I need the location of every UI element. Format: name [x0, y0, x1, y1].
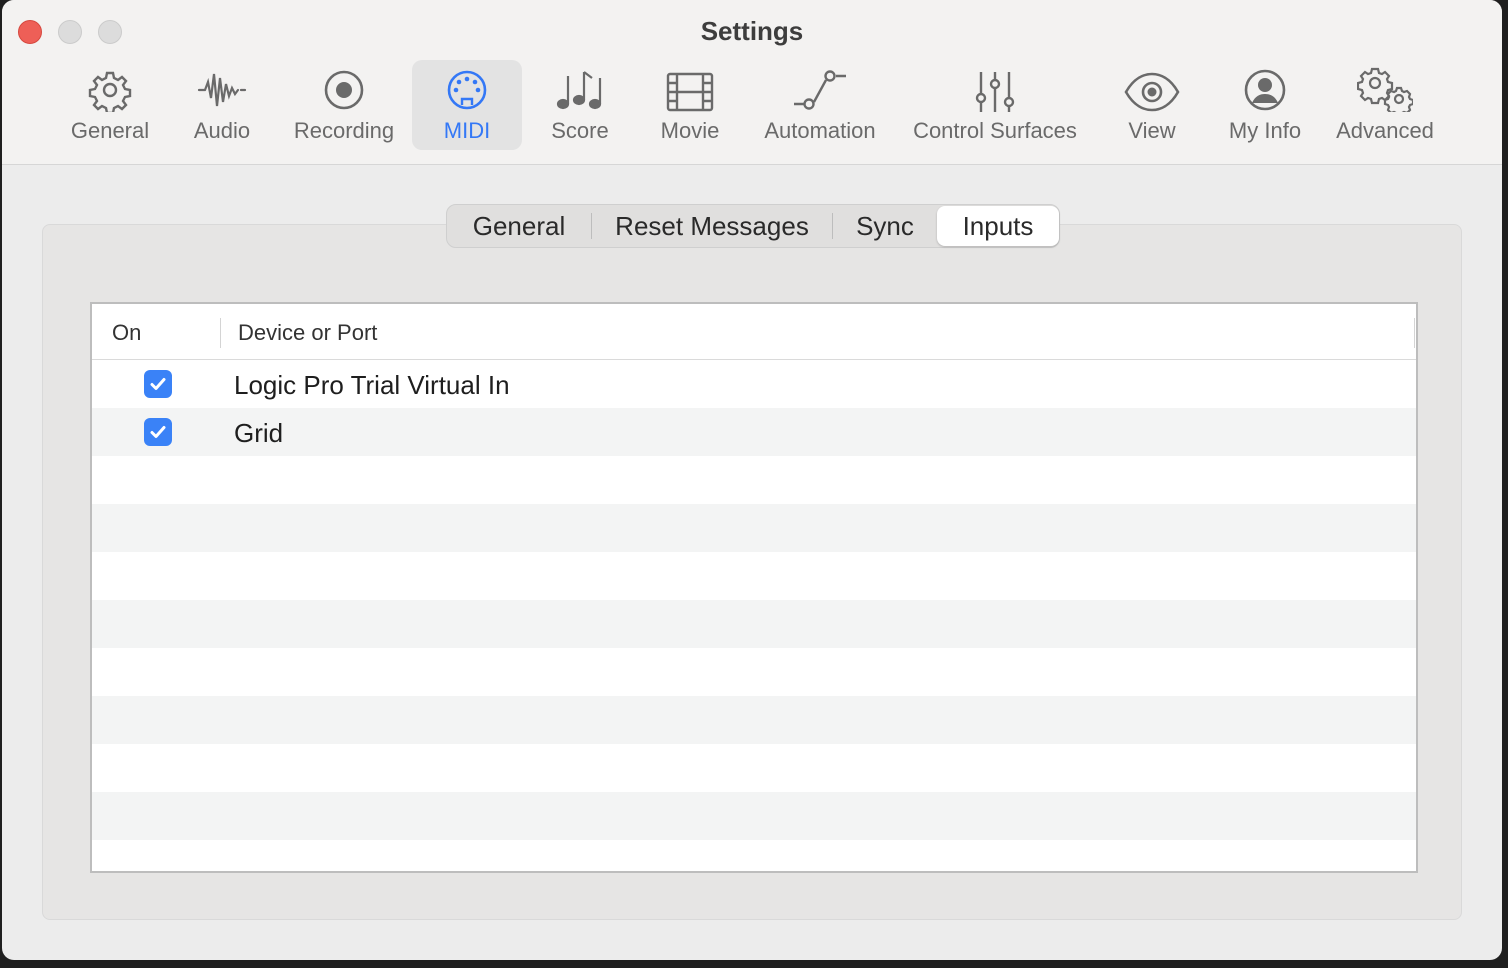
toolbar-movie-button[interactable]: Movie	[652, 60, 728, 150]
toolbar-label: Audio	[193, 118, 251, 143]
automation-curve-icon	[792, 60, 848, 118]
settings-window: Settings General Audio Recording MIDI Sc…	[2, 0, 1502, 960]
toolbar-label: Recording	[293, 118, 395, 143]
toolbar-label: Movie	[660, 118, 720, 143]
toolbar-label: MIDI	[443, 118, 491, 143]
toolbar-my-info-button[interactable]: My Info	[1218, 60, 1312, 150]
toolbar-automation-button[interactable]: Automation	[754, 60, 886, 150]
toolbar-view-button[interactable]: View	[1120, 60, 1184, 150]
empty-row	[92, 840, 1416, 871]
toolbar-recording-button[interactable]: Recording	[286, 60, 402, 150]
input-enabled-checkbox[interactable]	[144, 370, 172, 398]
input-enabled-checkbox[interactable]	[144, 418, 172, 446]
toolbar-advanced-button[interactable]: Advanced	[1328, 60, 1442, 150]
table-header: On Device or Port	[92, 304, 1416, 360]
midi-connector-icon	[445, 60, 489, 118]
column-header-on[interactable]: On	[112, 320, 141, 346]
tab-sync[interactable]: Sync	[833, 206, 937, 246]
toolbar-label: General	[70, 118, 150, 143]
checkmark-icon	[150, 426, 166, 438]
tab-reset-messages[interactable]: Reset Messages	[592, 206, 832, 246]
toolbar-general-button[interactable]: General	[60, 60, 160, 150]
empty-row	[92, 552, 1416, 600]
midi-subtab-control: General Reset Messages Sync Inputs	[446, 204, 1060, 248]
midi-inputs-table: On Device or Port Logic Pro Trial Virtua…	[90, 302, 1418, 873]
table-row[interactable]: Logic Pro Trial Virtual In	[92, 360, 1416, 408]
empty-row	[92, 744, 1416, 792]
empty-row	[92, 504, 1416, 552]
toolbar-label: Score	[551, 118, 609, 143]
window-title: Settings	[700, 16, 804, 46]
empty-row	[92, 456, 1416, 504]
toolbar-label: Advanced	[1336, 118, 1434, 143]
table-row[interactable]: Grid	[92, 408, 1416, 456]
empty-row	[92, 648, 1416, 696]
toolbar-label: Automation	[764, 118, 876, 143]
empty-row	[92, 600, 1416, 648]
column-header-device-or-port[interactable]: Device or Port	[238, 320, 377, 346]
column-separator	[1414, 318, 1415, 348]
toolbar-midi-button[interactable]: MIDI	[412, 60, 522, 150]
device-name: Grid	[234, 418, 284, 448]
waveform-icon	[197, 60, 247, 118]
toolbar-label: View	[1128, 118, 1176, 143]
title-bar: Settings General Audio Recording MIDI Sc…	[2, 0, 1502, 165]
toolbar-score-button[interactable]: Score	[542, 60, 618, 150]
empty-row	[92, 792, 1416, 840]
empty-row	[92, 696, 1416, 744]
record-icon	[322, 60, 366, 118]
column-separator	[220, 318, 221, 348]
checkmark-icon	[150, 378, 166, 390]
sliders-icon	[973, 60, 1017, 118]
tab-inputs[interactable]: Inputs	[937, 206, 1059, 246]
tab-general[interactable]: General	[447, 206, 591, 246]
music-notes-icon	[555, 60, 605, 118]
toolbar-audio-button[interactable]: Audio	[180, 60, 264, 150]
toolbar-label: My Info	[1228, 118, 1302, 143]
device-name: Logic Pro Trial Virtual In	[234, 370, 510, 400]
toolbar-label: Control Surfaces	[913, 118, 1077, 143]
eye-icon	[1124, 60, 1180, 118]
toolbar-control-surfaces-button[interactable]: Control Surfaces	[902, 60, 1088, 150]
film-icon	[666, 60, 714, 118]
person-icon	[1243, 60, 1287, 118]
gear-icon	[88, 60, 132, 118]
gears-icon	[1357, 60, 1413, 118]
